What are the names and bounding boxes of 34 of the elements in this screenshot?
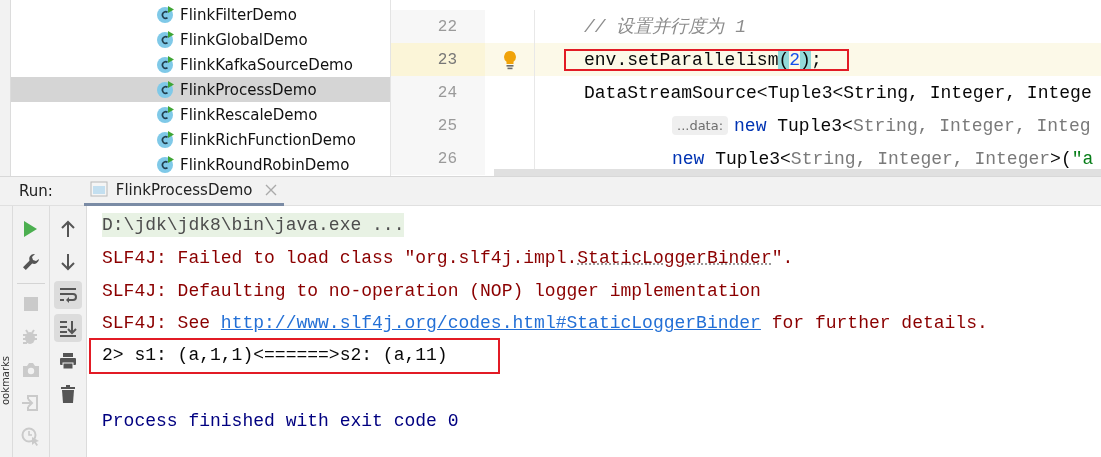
lightbulb-icon[interactable] <box>502 49 517 70</box>
class-icon <box>156 55 175 74</box>
run-label: Run: <box>19 182 53 200</box>
code-line: DataStreamSource<Tuple3<String, Integer, Intege <box>583 81 1093 104</box>
tree-item[interactable]: FlinkFilterDemo <box>11 2 390 27</box>
scrollbar[interactable] <box>494 169 1101 176</box>
tree-item[interactable]: FlinkRichFunctionDemo <box>11 127 390 152</box>
line-number: 25 <box>391 109 485 142</box>
console-line: SLF4J: See http://www.slf4j.org/codes.html#StaticLoggerBinder for further details. <box>102 312 988 336</box>
class-icon <box>156 5 175 24</box>
class-icon <box>156 80 175 99</box>
tree-item[interactable]: FlinkRescaleDemo <box>11 102 390 127</box>
code-line: // 设置并行度为 1 <box>583 15 747 38</box>
console-line: Process finished with exit code 0 <box>102 410 459 434</box>
link[interactable]: http://www.slf4j.org/codes.html#StaticLoggerBinder <box>220 313 761 334</box>
code-line: new Tuple3<String, Integer, Integer>("a <box>671 147 1095 170</box>
class-icon <box>156 155 175 174</box>
line-number: 26 <box>391 142 485 175</box>
tree-item[interactable]: FlinkGlobalDemo <box>11 27 390 52</box>
tree-item[interactable]: FlinkProcessDemo <box>11 77 390 102</box>
console-icon <box>89 180 110 199</box>
class-icon <box>156 105 175 124</box>
line-number: 22 <box>391 10 485 43</box>
class-icon <box>156 130 175 149</box>
line-number: 23 <box>391 43 485 76</box>
console-line: SLF4J: Failed to load class "org.slf4j.impl.StaticLoggerBinder". <box>102 247 794 271</box>
tree-item[interactable]: FlinkRoundRobinDemo <box>11 152 390 177</box>
run-tab[interactable]: FlinkProcessDemo <box>83 176 285 206</box>
class-icon <box>156 30 175 49</box>
line-number: 24 <box>391 76 485 109</box>
code-line: ...data: new Tuple3<String, Integer, Integ <box>652 114 1101 137</box>
tree-item[interactable]: FlinkKafkaSourceDemo <box>11 52 390 77</box>
console-line: SLF4J: Defaulting to no-operation (NOP) logger implementation <box>102 279 761 303</box>
bookmarks-label[interactable]: ookmarks <box>0 356 12 405</box>
